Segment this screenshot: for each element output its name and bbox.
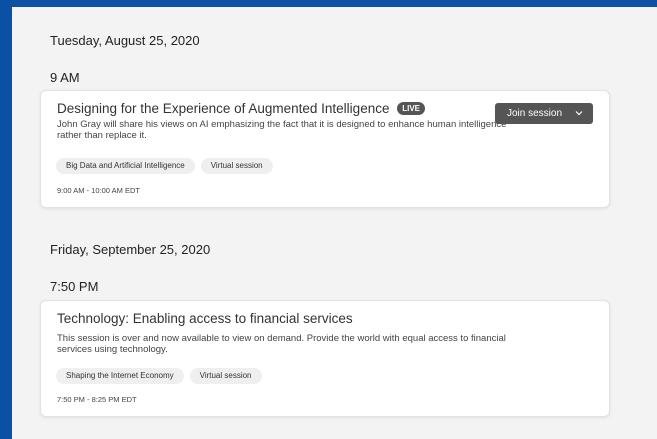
session-description: John Gray will share his views on AI emp… <box>57 119 507 141</box>
session-description: This session is over and now available t… <box>57 333 506 355</box>
session-card[interactable]: Technology: Enabling access to financial… <box>40 300 610 417</box>
join-session-button[interactable]: Join session <box>495 103 593 124</box>
chevron-down-icon[interactable] <box>575 109 583 117</box>
session-tags: Big Data and Artificial Intelligence Vir… <box>56 158 273 174</box>
day-heading: Tuesday, August 25, 2020 <box>50 33 200 48</box>
session-tags: Shaping the Internet Economy Virtual ses… <box>56 368 262 384</box>
session-card[interactable]: Designing for the Experience of Augmente… <box>40 90 610 208</box>
tag-format[interactable]: Virtual session <box>200 158 273 174</box>
session-title[interactable]: Designing for the Experience of Augmente… <box>57 101 389 116</box>
tag-topic[interactable]: Big Data and Artificial Intelligence <box>56 158 195 174</box>
day-heading: Friday, September 25, 2020 <box>50 242 211 257</box>
session-time-range: 9:00 AM - 10:00 AM EDT <box>57 186 140 195</box>
session-list: Tuesday, August 25, 2020 9 AM Designing … <box>40 7 657 439</box>
time-slot-heading: 7:50 PM <box>50 279 99 294</box>
session-time-range: 7:50 PM - 8:25 PM EDT <box>57 395 137 404</box>
time-slot-heading: 9 AM <box>50 70 80 85</box>
session-list-panel: Tuesday, August 25, 2020 9 AM Designing … <box>0 0 657 439</box>
session-title[interactable]: Technology: Enabling access to financial… <box>57 311 353 326</box>
tag-format[interactable]: Virtual session <box>189 368 262 384</box>
live-badge: LIVE <box>397 102 426 115</box>
tag-topic[interactable]: Shaping the Internet Economy <box>56 368 184 384</box>
join-session-label: Join session <box>507 108 563 119</box>
session-title-row: Designing for the Experience of Augmente… <box>57 101 426 116</box>
